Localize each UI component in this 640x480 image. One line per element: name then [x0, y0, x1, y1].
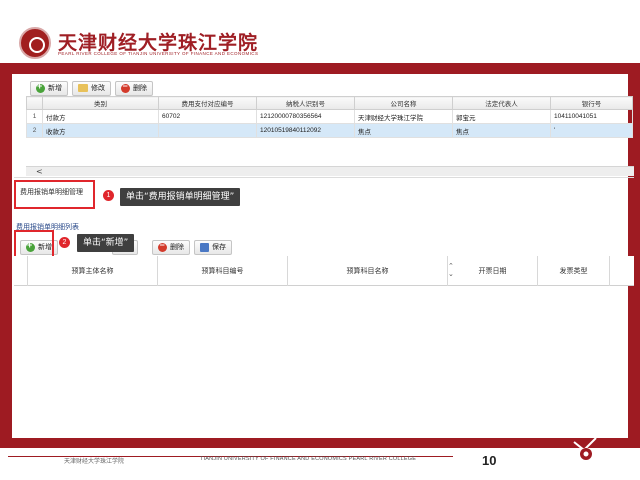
save-icon: [200, 242, 209, 252]
slide: 天津财经大学珠江学院 PEARL RIVER COLLEGE OF TIANJI…: [0, 0, 640, 480]
lower-save-button[interactable]: 保存: [194, 239, 232, 255]
upper-edit-button[interactable]: 修改: [72, 80, 111, 96]
table-cell[interactable]: 付款方: [42, 109, 159, 124]
scroll-left-icon[interactable]: <: [36, 167, 43, 177]
table-cell[interactable]: 12120000780356564: [256, 109, 355, 124]
row-number-header: [14, 256, 28, 286]
column-header[interactable]: 纳税人识别号: [256, 96, 355, 110]
page-number: 10: [482, 453, 497, 468]
table-row[interactable]: 1 付款方 60702 12120000780356564 天津财经大学珠江学院…: [26, 109, 633, 124]
row-number: 2: [26, 123, 43, 138]
party-table: 类别 费用支付对应编号 纳税人识别号 公司名称 法定代表人 银行号 1 付款方 …: [26, 96, 633, 138]
footer-left-text: 天津财经大学珠江学院: [64, 459, 125, 465]
lower-delete-button[interactable]: 删除: [152, 239, 190, 255]
column-header[interactable]: 预算科目编号: [158, 256, 288, 286]
table-row-selected[interactable]: 2 收款方 12010519840112092 焦点 焦点 ': [26, 123, 633, 138]
divider: [14, 177, 634, 178]
column-header[interactable]: 预算科目名称: [288, 256, 448, 286]
table-cell[interactable]: 12010519840112092: [256, 123, 355, 138]
delete-icon: [158, 240, 167, 252]
column-header: [26, 96, 43, 110]
step-2-badge: 2: [59, 237, 70, 248]
table-cell[interactable]: 焦点: [452, 123, 551, 138]
upper-delete-button[interactable]: 删除: [115, 80, 153, 96]
upper-edit-label: 修改: [91, 85, 105, 92]
college-mark-icon: [573, 437, 597, 460]
row-number: 1: [26, 109, 43, 124]
column-header[interactable]: 开票日期: [448, 256, 538, 286]
upper-toolbar: 新增 修改 删除: [30, 78, 153, 98]
delete-icon: [121, 81, 130, 93]
tooltip-2: 单击“新增”: [77, 234, 135, 252]
column-header[interactable]: 发票类型: [538, 256, 610, 286]
header: 天津财经大学珠江学院 PEARL RIVER COLLEGE OF TIANJI…: [0, 0, 640, 62]
table-cell[interactable]: 收款方: [42, 123, 159, 138]
column-header[interactable]: 银行号: [550, 96, 633, 110]
column-header[interactable]: 类别: [42, 96, 159, 110]
upper-delete-label: 删除: [133, 85, 147, 92]
edit-icon: [78, 84, 88, 92]
logo-subtitle: PEARL RIVER COLLEGE OF TIANJIN UNIVERSIT…: [58, 51, 259, 56]
horizontal-scrollbar[interactable]: <: [26, 166, 634, 176]
detail-table-header: 预算主体名称 预算科目编号 预算科目名称 开票日期 发票类型: [14, 256, 634, 286]
step-1-badge: 1: [103, 190, 114, 201]
university-seal-icon: [19, 27, 51, 59]
sort-icon[interactable]: ⌃ ⌄: [448, 262, 454, 278]
highlight-box-1: [14, 180, 95, 209]
table-cell[interactable]: 焦点: [354, 123, 453, 138]
upper-add-label: 新增: [48, 85, 62, 92]
table-cell[interactable]: ': [550, 123, 633, 138]
table-cell[interactable]: [158, 123, 257, 138]
table-cell[interactable]: 郭宝元: [452, 109, 551, 124]
table-cell[interactable]: 60702: [158, 109, 257, 124]
lower-save-label: 保存: [212, 244, 226, 251]
footer-center-text: TIANJIN UNIVERSITY OF FINANCE AND ECONOM…: [200, 456, 417, 462]
tooltip-1: 单击“费用报销单明细管理”: [120, 188, 241, 206]
add-icon: [36, 81, 45, 93]
column-header[interactable]: 公司名称: [354, 96, 453, 110]
column-header[interactable]: 费用支付对应编号: [158, 96, 257, 110]
upper-add-button[interactable]: 新增: [30, 80, 68, 96]
table-cell[interactable]: 104110041051: [550, 109, 633, 124]
table-cell[interactable]: 天津财经大学珠江学院: [354, 109, 453, 124]
lower-delete-label: 删除: [170, 244, 184, 251]
column-header[interactable]: 法定代表人: [452, 96, 551, 110]
column-header[interactable]: 预算主体名称: [28, 256, 158, 286]
party-table-header: 类别 费用支付对应编号 纳税人识别号 公司名称 法定代表人 银行号: [26, 96, 633, 110]
